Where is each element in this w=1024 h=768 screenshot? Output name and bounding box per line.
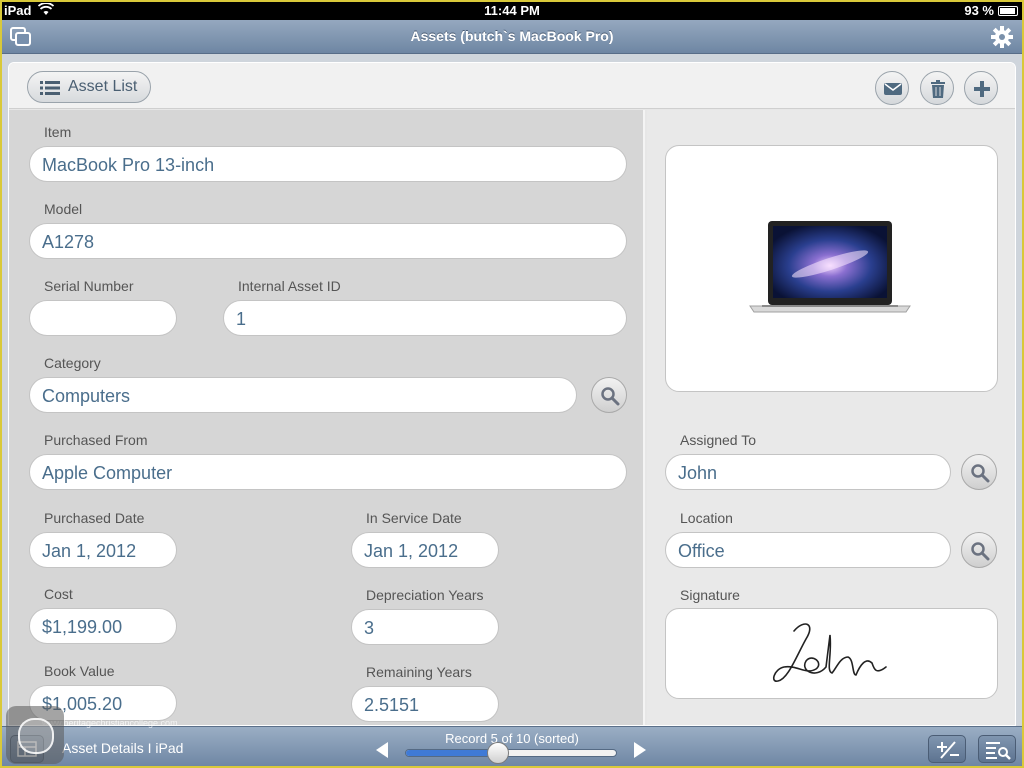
assigned-to-field[interactable]: John — [665, 454, 951, 490]
in-service-date-field[interactable]: Jan 1, 2012 — [351, 532, 499, 568]
location-field[interactable]: Office — [665, 532, 951, 568]
internal-asset-id-field[interactable]: 1 — [223, 300, 627, 336]
location-label: Location — [680, 510, 733, 526]
assigned-to-label: Assigned To — [680, 432, 757, 448]
search-icon — [601, 387, 620, 406]
plus-minus-button[interactable] — [928, 735, 966, 763]
location-lookup-button[interactable] — [961, 532, 997, 568]
book-value-label: Book Value — [44, 663, 115, 679]
list-search-icon — [986, 742, 1011, 760]
remaining-years-field[interactable]: 2.5151 — [351, 686, 499, 722]
search-icon — [971, 542, 990, 561]
handwritten-signature — [772, 623, 887, 682]
search-icon — [971, 464, 990, 483]
signature-label: Signature — [680, 587, 740, 603]
status-bar: iPad 11:44 PM 93 % — [2, 2, 1022, 20]
previous-record-icon[interactable] — [374, 741, 390, 764]
signature-box[interactable] — [665, 608, 998, 699]
cost-label: Cost — [44, 586, 73, 602]
category-field[interactable]: Computers — [29, 377, 577, 413]
battery-icon — [998, 6, 1018, 16]
plus-minus-icon — [937, 741, 959, 759]
remaining-years-label: Remaining Years — [366, 664, 472, 680]
model-label: Model — [44, 201, 83, 217]
cost-field[interactable]: $1,199.00 — [29, 608, 177, 644]
purchased-from-field[interactable]: Apple Computer — [29, 454, 627, 490]
envelope-icon — [884, 83, 902, 95]
in-service-date-label: In Service Date — [366, 510, 462, 526]
record-indicator: Record 5 of 10 (sorted) — [445, 731, 579, 746]
internal-asset-id-label: Internal Asset ID — [238, 278, 341, 294]
laptop-image — [749, 221, 911, 313]
plus-icon — [974, 81, 990, 97]
category-lookup-button[interactable] — [591, 377, 627, 413]
title-bar: Assets (butch`s MacBook Pro) — [2, 20, 1022, 54]
serial-number-field[interactable] — [29, 300, 177, 336]
asset-photo[interactable] — [665, 145, 998, 392]
purchased-date-field[interactable]: Jan 1, 2012 — [29, 532, 177, 568]
gear-icon[interactable] — [990, 25, 1014, 49]
assistive-touch-button[interactable] — [6, 706, 64, 764]
detail-side-pane: Assigned To John Location Office Signatu… — [647, 110, 1015, 725]
next-record-icon[interactable] — [632, 741, 648, 764]
list-icon — [40, 80, 60, 101]
record-slider-thumb[interactable] — [487, 742, 510, 764]
add-button[interactable] — [964, 71, 998, 105]
purchased-date-label: Purchased Date — [44, 510, 145, 526]
page-title: Assets (butch`s MacBook Pro) — [410, 28, 614, 44]
asset-list-label: Asset List — [68, 78, 138, 95]
model-field[interactable]: A1278 — [29, 223, 627, 259]
asset-list-button[interactable]: Asset List — [27, 71, 151, 103]
item-label: Item — [44, 124, 72, 140]
trash-icon — [931, 80, 945, 98]
record-slider-track[interactable] — [405, 749, 617, 757]
find-records-button[interactable] — [978, 735, 1016, 763]
assigned-to-lookup-button[interactable] — [961, 454, 997, 490]
layout-name: Asset Details I iPad — [62, 740, 184, 756]
serial-number-label: Serial Number — [44, 278, 134, 294]
app-frame: iPad 11:44 PM 93 % Assets (butch`s MacBo… — [2, 2, 1022, 766]
toolbar: Asset List — [9, 63, 1015, 109]
clock: 11:44 PM — [484, 3, 540, 18]
depreciation-years-label: Depreciation Years — [366, 587, 484, 603]
asset-detail-panel: Asset List Item MacBook Pro 13-inch Mode… — [8, 62, 1016, 726]
email-button[interactable] — [875, 71, 909, 105]
form-pane: Item MacBook Pro 13-inch Model A1278 Ser… — [9, 110, 645, 725]
purchased-from-label: Purchased From — [44, 432, 148, 448]
category-label: Category — [44, 355, 101, 371]
battery-percent: 93 % — [964, 3, 994, 18]
bottom-bar: Asset Details I iPad Record 5 of 10 (sor… — [2, 726, 1022, 766]
delete-button[interactable] — [920, 71, 954, 105]
depreciation-years-field[interactable]: 3 — [351, 609, 499, 645]
item-field[interactable]: MacBook Pro 13-inch — [29, 146, 627, 182]
record-slider-fill — [406, 750, 499, 756]
